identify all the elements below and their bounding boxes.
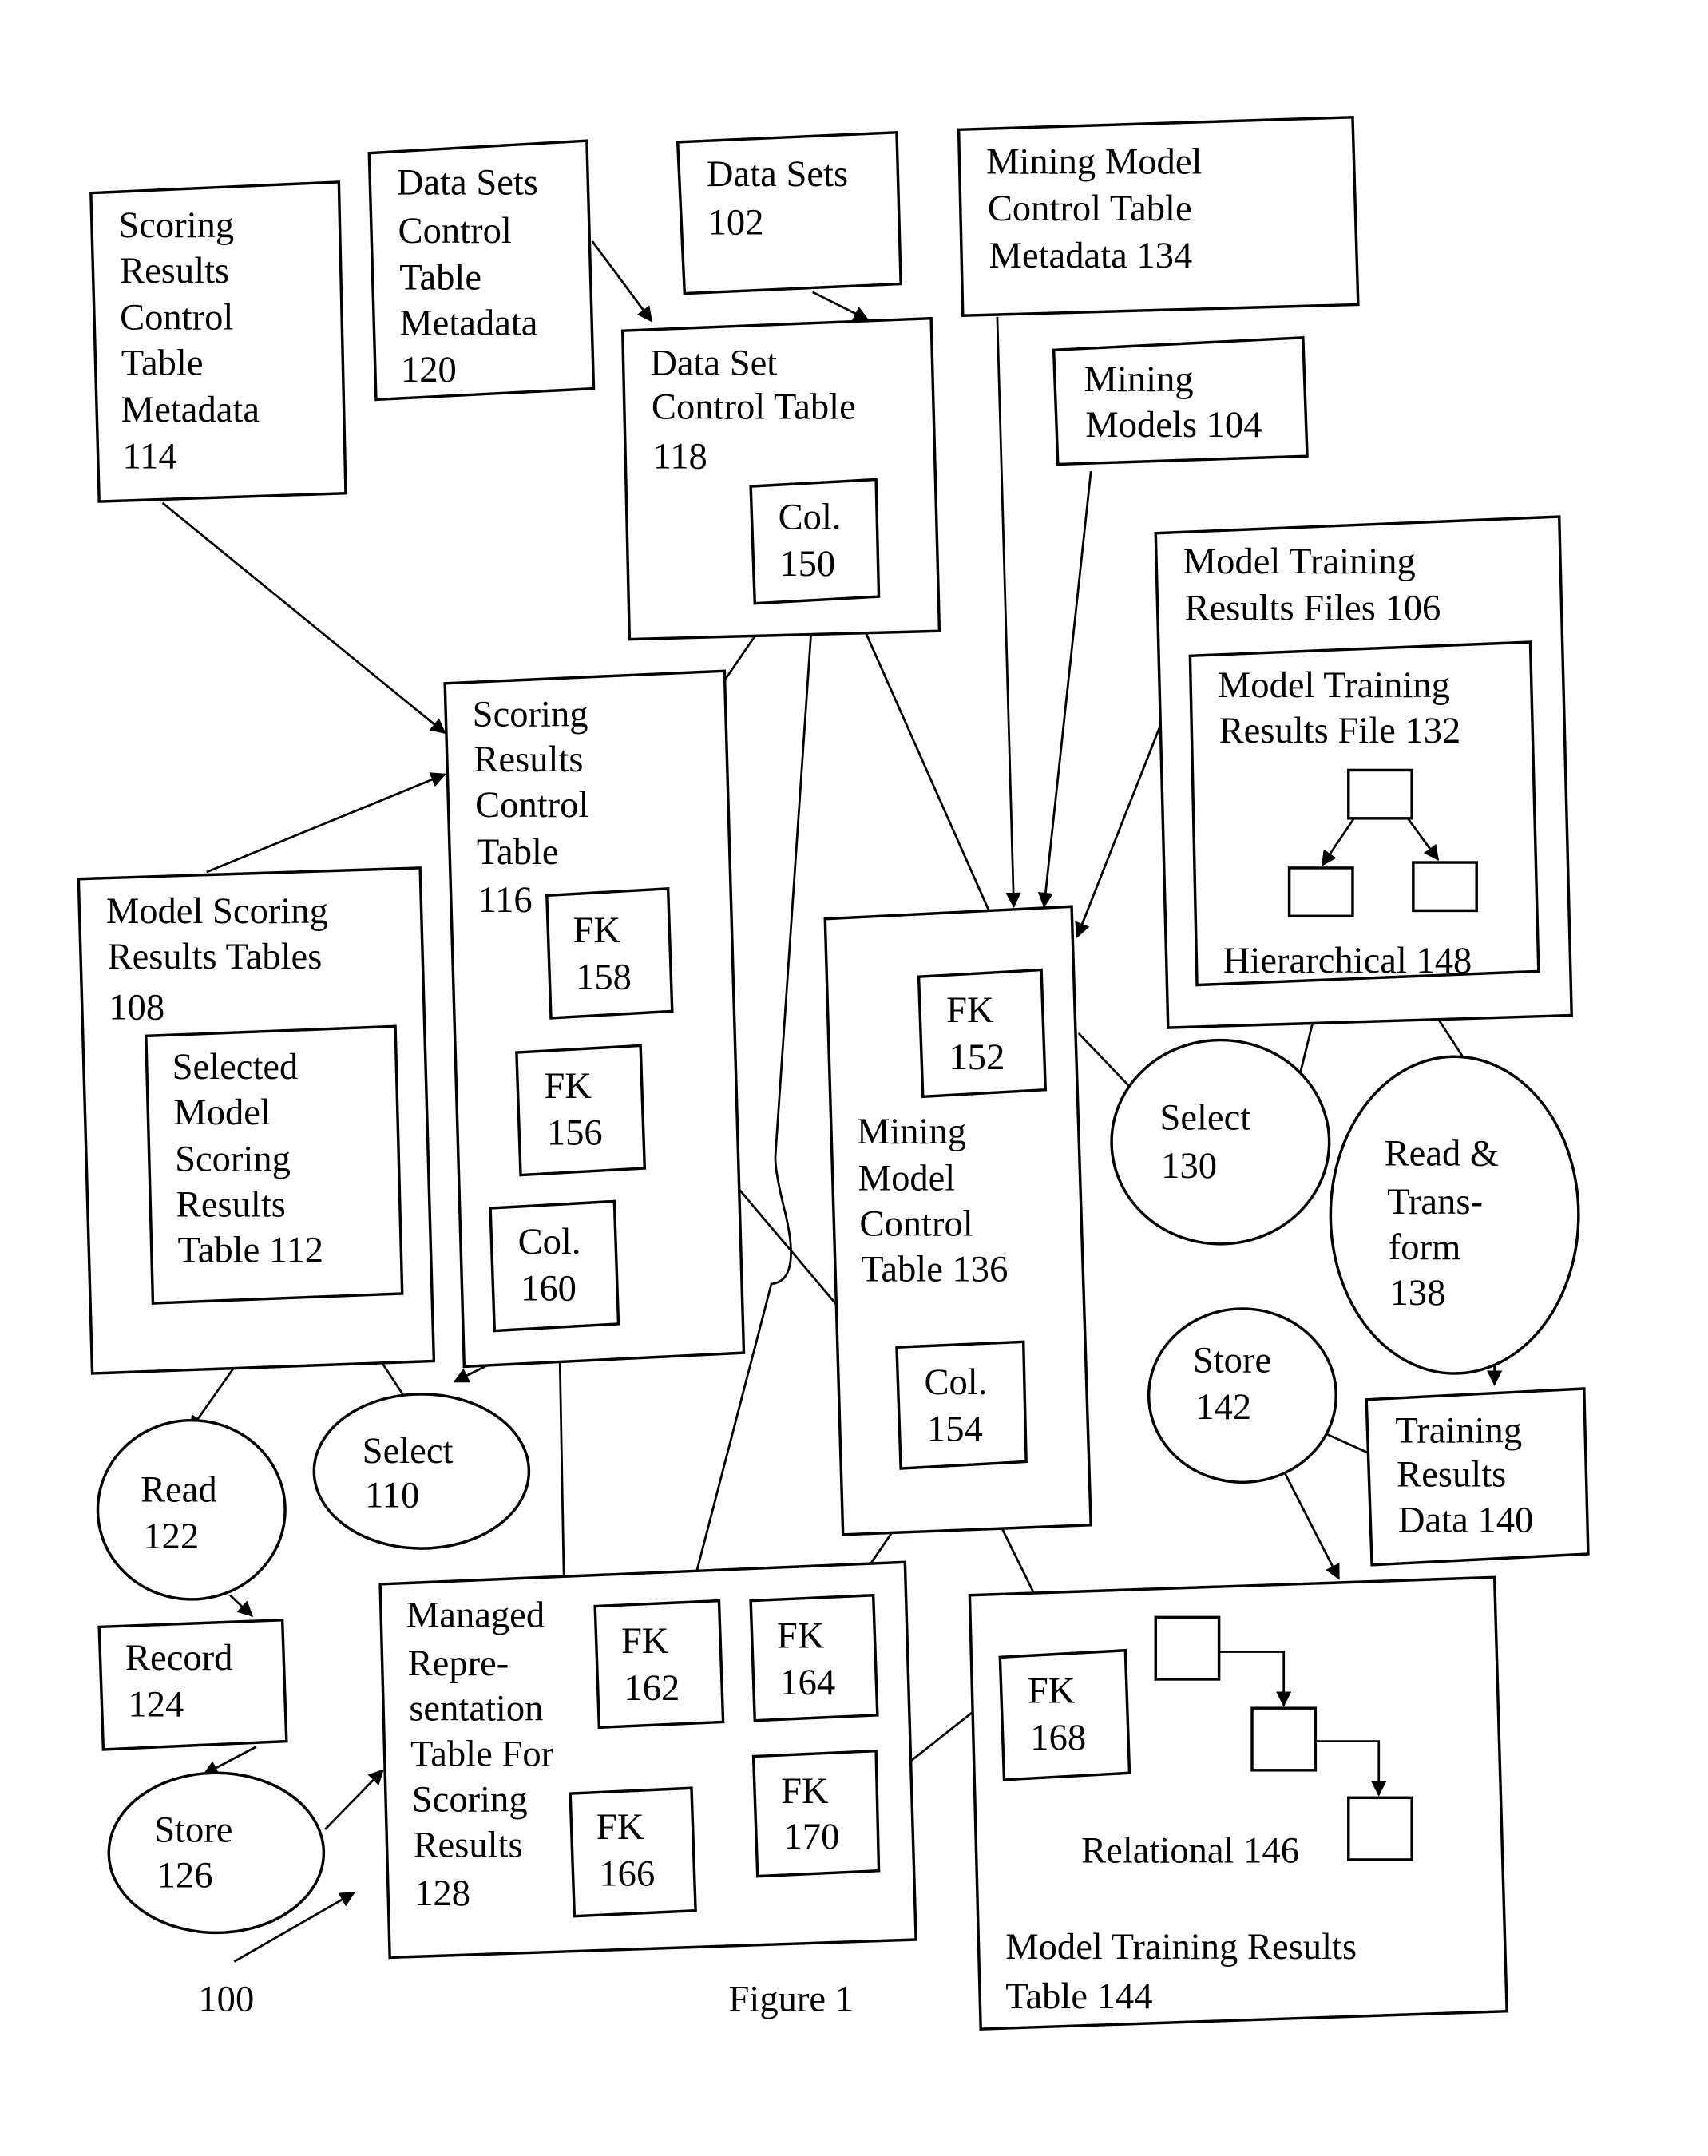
node-fk-152: FK 152 [917,968,1048,1099]
node-read-122: Read 122 [96,1418,287,1601]
node-store-126: Store 126 [107,1771,326,1935]
relational-node-1 [1154,1615,1221,1681]
edge-102-to-118 [812,291,870,321]
relational-node-2 [1250,1706,1318,1772]
node-scoring-results-control-table-metadata-114: Scoring Results Control Table Metadata 114 [89,180,347,503]
edge-114-to-116 [161,501,446,735]
node-fk-168: FK 168 [998,1648,1131,1781]
figure-1-diagram: Scoring Results Control Table Metadata 114 Da… [77,116,1590,2031]
figure-caption: Figure 1 [729,1980,854,2020]
node-select-110: Select 110 [312,1393,531,1550]
node-mining-models-104: Mining Models 104 [1052,336,1309,466]
node-col-150: Col. 150 [749,478,881,605]
node-data-sets-control-table-metadata-120: Data Sets Control Table Metadata 120 [367,139,596,402]
node-record-124: Record 124 [97,1618,288,1751]
node-data-sets-102: Data Sets 102 [676,130,902,295]
hierarchy-child-right [1412,861,1478,913]
node-col-160: Col. 160 [489,1199,620,1333]
node-fk-164: FK 164 [749,1593,879,1722]
svg-text:Hierarchical 148: Hierarchical 148 [1223,941,1472,981]
node-model-training-results-table-144: Model Training Results Table 144 Relation… [968,1575,1508,2031]
node-selected-model-scoring-results-table-112: Selected Model Scoring Results Table 112 [145,1024,404,1305]
edge-142-to-144 [1275,1456,1340,1580]
edge-104-to-136 [1037,470,1092,909]
node-fk-162: FK 162 [593,1599,725,1730]
node-fk-170: FK 170 [751,1749,881,1878]
edge-120-to-118 [591,240,653,323]
relational-node-3 [1347,1796,1413,1861]
node-col-154: Col. 154 [895,1340,1028,1470]
edge-134-to-136 [996,316,1021,909]
node-store-142: Store 142 [1147,1307,1337,1484]
svg-text:Relational 146: Relational 146 [1081,1830,1299,1871]
node-model-training-results-file-132: Model Training Results File 132 Hierarchi… [1188,640,1540,987]
edge-124-to-126 [202,1746,257,1776]
hierarchy-child-left [1287,866,1354,918]
svg-text:Mining ModelControl TableMetad: Mining Model Control Table Metadata 134 [986,142,1202,276]
node-fk-166: FK 166 [569,1786,697,1918]
hierarchy-root-node [1347,768,1413,820]
edge-106-to-136 [1075,715,1165,938]
edge-122-to-124 [229,1594,254,1617]
reference-number-label: 100 [198,1980,254,2020]
edge-108-to-116 [206,772,446,874]
node-select-130: Select 130 [1110,1038,1331,1246]
node-training-results-data-140: Training Results Data 140 [1365,1387,1590,1567]
node-mining-model-control-table-metadata-134: Mining Model Control Table Metadata 134 [957,116,1360,317]
node-fk-156: FK 156 [515,1044,647,1177]
node-read-transform-138: Read & Trans-form 138 [1329,1055,1580,1375]
node-fk-158: FK 158 [545,886,674,1020]
edge-126-to-128 [324,1769,384,1830]
